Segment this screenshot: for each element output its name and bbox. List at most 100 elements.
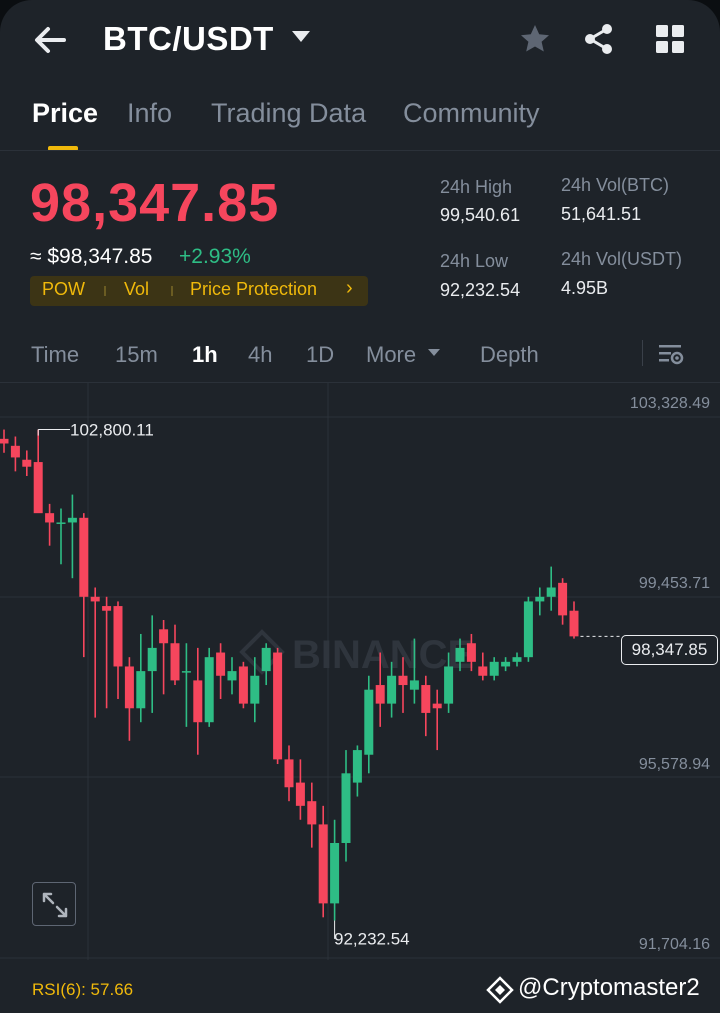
tag-bar[interactable]: POW Vol Price Protection › bbox=[30, 276, 368, 306]
candle-down bbox=[124, 666, 134, 709]
candle-down bbox=[0, 438, 9, 444]
tag-price-protection[interactable]: Price Protection bbox=[190, 279, 317, 300]
high-value: 99,540.61 bbox=[440, 205, 521, 225]
interval-bar: Time 15m 1h 4h 1D More Depth bbox=[0, 330, 720, 380]
tag-pow[interactable]: POW bbox=[42, 279, 85, 300]
candle-down bbox=[421, 685, 431, 713]
candle-down bbox=[238, 666, 248, 704]
candle-up bbox=[364, 689, 374, 755]
candle-down bbox=[10, 445, 20, 458]
tag-vol[interactable]: Vol bbox=[124, 279, 149, 300]
fullscreen-button[interactable] bbox=[32, 882, 76, 926]
candle-up bbox=[136, 671, 146, 709]
candle-down bbox=[102, 606, 112, 611]
tag-separator bbox=[104, 286, 106, 296]
candle-down bbox=[45, 513, 55, 523]
interval-more[interactable]: More bbox=[366, 342, 416, 368]
candle-down bbox=[569, 610, 579, 637]
tab-info[interactable]: Info bbox=[127, 98, 172, 129]
divider bbox=[0, 150, 720, 151]
candle-down bbox=[216, 652, 226, 676]
candle-down bbox=[113, 606, 123, 667]
candle-up bbox=[330, 842, 340, 904]
vol-btc-value: 51,641.51 bbox=[561, 204, 642, 224]
candle-up bbox=[489, 661, 499, 676]
expand-icon bbox=[42, 892, 68, 918]
candle-up bbox=[147, 647, 157, 672]
candle-down bbox=[159, 629, 169, 644]
candle-down bbox=[375, 685, 385, 704]
depth-tab[interactable]: Depth bbox=[480, 342, 539, 368]
chevron-down-icon[interactable] bbox=[428, 349, 440, 356]
chevron-right-icon[interactable]: › bbox=[346, 277, 353, 300]
last-price: 98,347.85 bbox=[30, 173, 280, 233]
share-icon[interactable] bbox=[582, 22, 616, 56]
candle-down bbox=[318, 824, 328, 904]
candle-up bbox=[250, 675, 260, 704]
tab-price[interactable]: Price bbox=[32, 98, 98, 129]
candle-down bbox=[273, 652, 283, 760]
tab-community[interactable]: Community bbox=[403, 98, 540, 129]
interval-15m[interactable]: 15m bbox=[115, 342, 158, 368]
vol-usdt-label: 24h Vol(USDT) bbox=[561, 249, 683, 269]
candle-up bbox=[523, 601, 533, 658]
top-bar: BTC/USDT bbox=[0, 0, 720, 80]
candle-up bbox=[409, 680, 419, 690]
y-axis-label: 91,704.16 bbox=[638, 936, 710, 953]
candle-up bbox=[444, 666, 454, 704]
interval-4h[interactable]: 4h bbox=[248, 342, 272, 368]
candle-down bbox=[398, 675, 408, 686]
watermark-handle: @Cryptomaster2 bbox=[518, 974, 700, 1001]
high-label: 24h High bbox=[440, 177, 513, 197]
chevron-down-icon[interactable] bbox=[292, 31, 310, 42]
grid-icon[interactable] bbox=[653, 22, 687, 56]
interval-1h[interactable]: 1h bbox=[192, 342, 218, 368]
interval-1d[interactable]: 1D bbox=[306, 342, 334, 368]
candle-down bbox=[79, 517, 89, 597]
divider bbox=[642, 340, 643, 366]
low-label: 24h Low bbox=[440, 251, 509, 271]
current-price-label: 98,347.85 bbox=[621, 635, 718, 665]
chart-settings-icon[interactable] bbox=[657, 340, 685, 368]
candle-up bbox=[67, 517, 77, 523]
pair-selector[interactable]: BTC/USDT bbox=[103, 20, 274, 58]
low-value: 92,232.54 bbox=[440, 280, 521, 300]
binance-diamond-icon bbox=[486, 976, 514, 1004]
high-marker-label: 102,800.11 bbox=[70, 421, 154, 440]
candle-up bbox=[352, 750, 362, 783]
candle-up bbox=[56, 522, 66, 524]
low-marker-label: 92,232.54 bbox=[334, 929, 410, 948]
candle-down bbox=[432, 703, 442, 709]
y-axis-label: 95,578.94 bbox=[638, 756, 710, 773]
interval-time[interactable]: Time bbox=[31, 342, 79, 368]
candle-down bbox=[170, 643, 180, 681]
candle-up bbox=[455, 647, 465, 662]
candlestick-chart[interactable]: BINANCE102,800.1192,232.54 bbox=[0, 383, 720, 960]
y-axis-label: 103,328.49 bbox=[629, 395, 710, 412]
candle-down bbox=[478, 666, 488, 676]
candle-up bbox=[204, 657, 214, 723]
price-change-percent: +2.93% bbox=[179, 245, 251, 268]
arrow-left-icon[interactable] bbox=[30, 20, 70, 60]
candle-up bbox=[261, 647, 271, 672]
candle-down bbox=[193, 680, 203, 723]
candle-down bbox=[466, 643, 476, 662]
candle-down bbox=[33, 462, 43, 514]
candle-up bbox=[227, 671, 237, 681]
vol-btc-label: 24h Vol(BTC) bbox=[561, 175, 670, 195]
candle-up bbox=[535, 596, 545, 602]
fiat-price: ≈ $98,347.85 bbox=[30, 245, 153, 268]
rsi-indicator: RSI(6): 57.66 bbox=[32, 980, 134, 999]
candle-down bbox=[295, 782, 305, 806]
candle-down bbox=[284, 759, 294, 788]
candle-down bbox=[22, 459, 32, 467]
star-icon[interactable] bbox=[518, 22, 552, 56]
candle-up bbox=[341, 773, 351, 843]
y-axis-label: 99,453.71 bbox=[638, 575, 710, 592]
tab-bar: Price Info Trading Data Community bbox=[0, 90, 720, 150]
candle-up bbox=[387, 675, 397, 704]
candle-down bbox=[307, 801, 317, 825]
tab-trading-data[interactable]: Trading Data bbox=[211, 98, 366, 129]
app-screen: BTC/USDT Price Info Trading Data Communi… bbox=[0, 0, 720, 1013]
candle-up bbox=[546, 587, 556, 597]
